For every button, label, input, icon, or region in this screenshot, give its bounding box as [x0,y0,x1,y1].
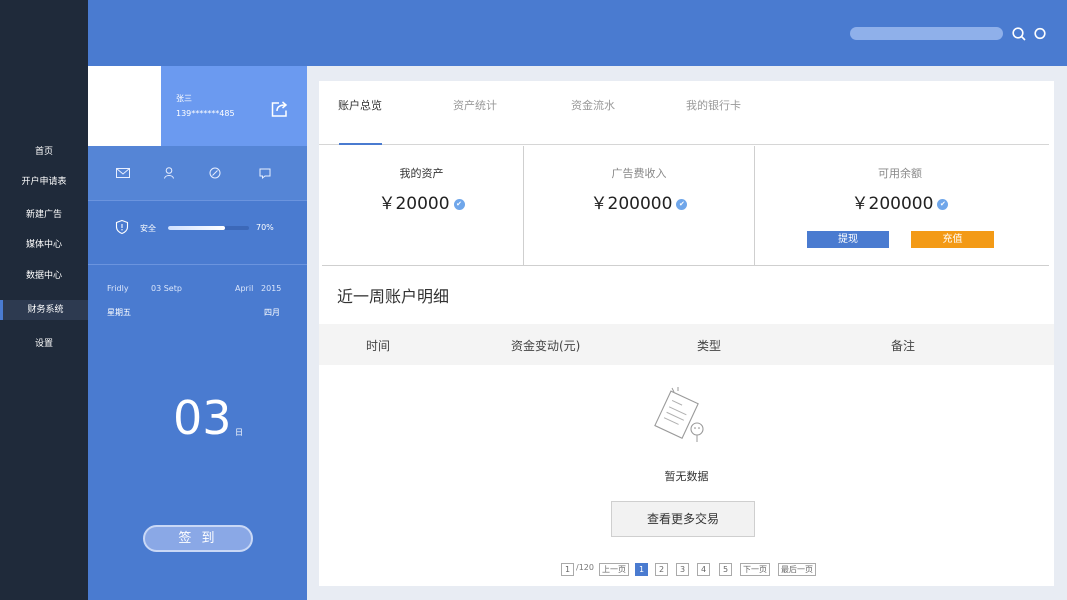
top-bar [88,0,1067,66]
user-phone: 139*******485 [176,109,235,118]
nav-item-account-application[interactable]: 开户申请表 [0,172,88,192]
page-total: /120 [576,563,594,572]
divider [88,200,307,201]
month-en: April [235,284,254,293]
chat-icon[interactable] [257,165,273,181]
circle-icon[interactable] [1032,26,1048,42]
withdraw-button[interactable]: 提现 [807,231,889,248]
day-number: 03 [173,391,232,445]
weekday-en: Fridly [107,284,129,293]
tab-fund-flow[interactable]: 资金流水 [571,97,615,113]
stat-value: ￥200000 ✔ [755,189,1045,214]
day-unit: 日 [235,428,243,437]
prev-page-button[interactable]: 上一页 [599,563,629,576]
search-input[interactable] [850,27,1003,40]
stat-amount: ￥20000 [378,194,450,214]
page-button-5[interactable]: 5 [719,563,732,576]
column-header-time: 时间 [366,339,391,353]
weekday-cn: 星期五 [107,308,131,317]
tab-account-overview[interactable]: 账户总览 [338,97,382,113]
divider [322,265,1049,266]
safety-progress-bar [168,226,249,230]
column-header-remark: 备注 [891,339,916,353]
stat-my-assets: 我的资产 ￥20000 ✔ [319,146,524,266]
nav-item-settings[interactable]: 设置 [0,334,88,354]
date-en: 03 Setp [151,284,182,293]
stat-value: ￥200000 ✔ [524,189,754,214]
page-button-4[interactable]: 4 [697,563,710,576]
nav-item-data-center[interactable]: 数据中心 [0,266,88,286]
tab-asset-statistics[interactable]: 资产统计 [453,97,497,113]
nav-item-home[interactable]: 首页 [0,142,88,162]
column-header-type: 类型 [697,339,722,353]
last-page-button[interactable]: 最后一页 [778,563,816,576]
stat-ad-income: 广告费收入 ￥200000 ✔ [524,146,754,266]
verified-check-icon: ✔ [453,198,465,210]
avatar [88,66,161,146]
year: 2015 [261,284,282,293]
next-page-button[interactable]: 下一页 [740,563,770,576]
user-name: 张三 [176,94,192,103]
verified-check-icon: ✔ [937,198,949,210]
user-card: 张三 139*******485 [161,66,307,146]
safety-percent: 70% [256,223,274,232]
page-button-3[interactable]: 3 [676,563,689,576]
tab-my-bank-card[interactable]: 我的银行卡 [686,97,741,113]
attachment-icon[interactable] [207,165,223,181]
active-tab-indicator [339,143,382,145]
stat-value: ￥20000 ✔ [319,189,524,214]
recharge-button[interactable]: 充值 [911,231,994,248]
sidebar-nav: 首页 开户申请表 新建广告 媒体中心 数据中心 财务系统 设置 [0,0,88,600]
search-icon[interactable] [1011,26,1027,42]
page-button-2[interactable]: 2 [655,563,668,576]
section-title: 近一周账户明细 [337,287,450,306]
account-overview-card: 账户总览 资产统计 资金流水 我的银行卡 我的资产 ￥20000 ✔ 广告费收入 … [319,81,1054,586]
nav-item-finance-system[interactable]: 财务系统 [0,300,88,320]
view-more-transactions-button[interactable]: 查看更多交易 [611,501,755,537]
month-cn: 四月 [264,308,280,317]
safety-label: 安全 [140,224,156,233]
stat-amount: ￥200000 [590,194,673,214]
table-header: 时间 资金变动(元) 类型 备注 [319,324,1054,365]
sign-in-button[interactable]: 签 到 [143,525,253,552]
stat-available-balance: 可用余额 ￥200000 ✔ [755,146,1045,266]
user-icon[interactable] [161,165,177,181]
profile-panel: 张三 139*******485 安全 70% Fridly 03 Setp A… [88,66,307,600]
stat-amount: ￥200000 [851,194,934,214]
nav-item-new-ad[interactable]: 新建广告 [0,205,88,225]
stat-label: 我的资产 [399,167,444,180]
stat-label: 可用余额 [878,167,922,180]
nav-item-media-center[interactable]: 媒体中心 [0,235,88,255]
page-jump-box[interactable]: 1 [561,563,574,576]
empty-state-text: 暂无数据 [664,470,709,483]
empty-document-icon [654,387,704,442]
page-button-1[interactable]: 1 [635,563,648,576]
share-icon[interactable] [270,100,290,118]
safety-progress-fill [168,226,225,230]
mail-icon[interactable] [115,165,131,181]
tab-divider [319,144,1049,145]
divider [88,264,307,265]
profile-action-row [88,146,307,200]
stat-label: 广告费收入 [611,167,667,180]
shield-icon [115,219,129,235]
verified-check-icon: ✔ [676,198,688,210]
column-header-amount-change: 资金变动(元) [511,339,581,353]
